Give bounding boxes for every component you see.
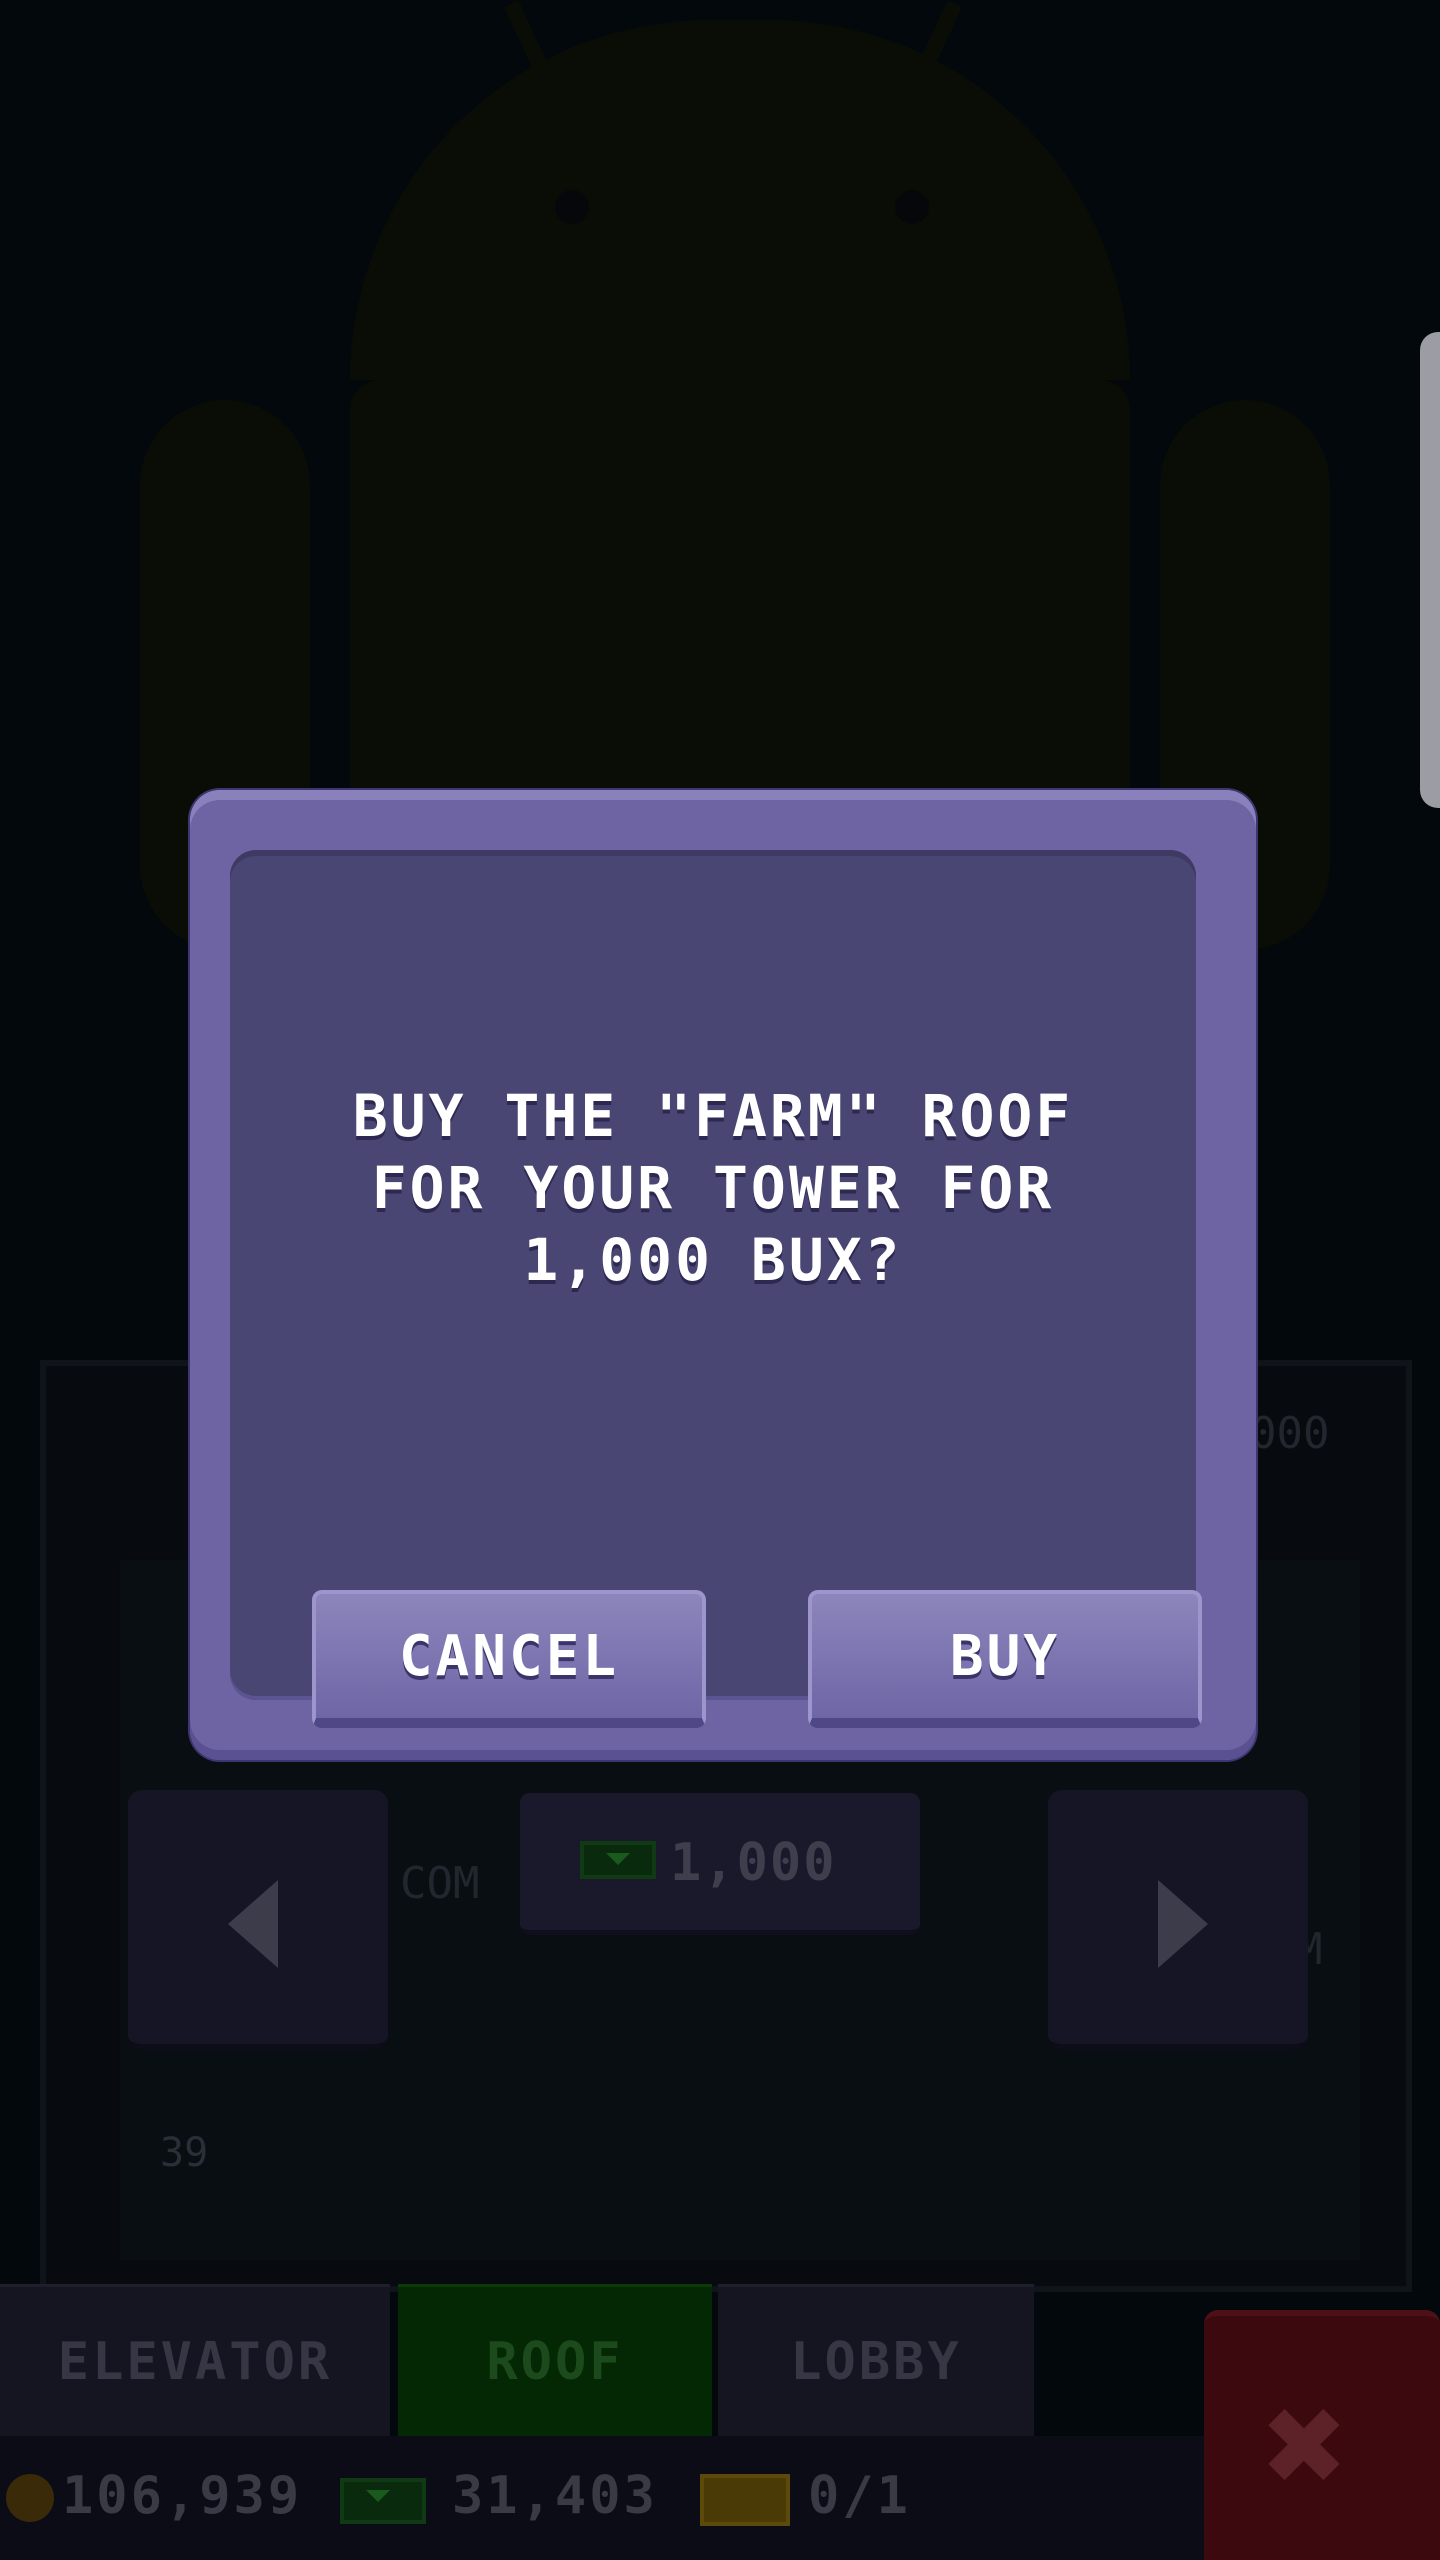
buy-button[interactable]: BUY [808, 1590, 1202, 1728]
roof-price: 1,000 [670, 1833, 837, 1893]
android-eye-right [895, 190, 929, 224]
scene-partial-text-left: COM [400, 1858, 480, 1909]
android-mascot-head [350, 20, 1130, 380]
purchase-dialog-body: BUY THE "FARM" ROOF FOR YOUR TOWER FOR 1… [230, 850, 1202, 1728]
floor-number: 39 [160, 2130, 209, 2176]
tab-lobby[interactable]: LOBBY [718, 2284, 1034, 2436]
tab-elevator[interactable]: ELEVATOR [0, 2284, 390, 2436]
arrow-right-icon [1158, 1880, 1208, 1968]
tickets-count: 0/1 [808, 2466, 911, 2526]
scene-partial-number: 000 [1250, 1408, 1330, 1459]
purchase-dialog-message: BUY THE "FARM" ROOF FOR YOUR TOWER FOR 1… [352, 1082, 1074, 1294]
ticket-icon [700, 2474, 790, 2526]
cancel-button[interactable]: CANCEL [312, 1590, 706, 1728]
android-eye-left [555, 190, 589, 224]
bux-icon [340, 2478, 426, 2524]
coins-count: 106,939 [62, 2466, 303, 2526]
edge-panel-handle[interactable] [1420, 332, 1440, 808]
tab-roof[interactable]: ROOF [398, 2284, 712, 2436]
bux-count: 31,403 [452, 2466, 658, 2526]
purchase-dialog: BUY THE "FARM" ROOF FOR YOUR TOWER FOR 1… [190, 790, 1256, 1760]
arrow-left-icon [228, 1880, 278, 1968]
currency-status-bar: 106,939 31,403 0/1 [0, 2436, 1204, 2560]
bux-icon [580, 1841, 656, 1879]
previous-roof-button[interactable] [128, 1790, 388, 2050]
coin-icon [6, 2474, 54, 2522]
android-antenna-left [503, 0, 553, 80]
roof-price-tag: 1,000 [520, 1793, 920, 1935]
close-x-icon: ✖ [1264, 2364, 1349, 2527]
next-roof-button[interactable] [1048, 1790, 1308, 2050]
close-button[interactable]: ✖ [1204, 2310, 1440, 2560]
